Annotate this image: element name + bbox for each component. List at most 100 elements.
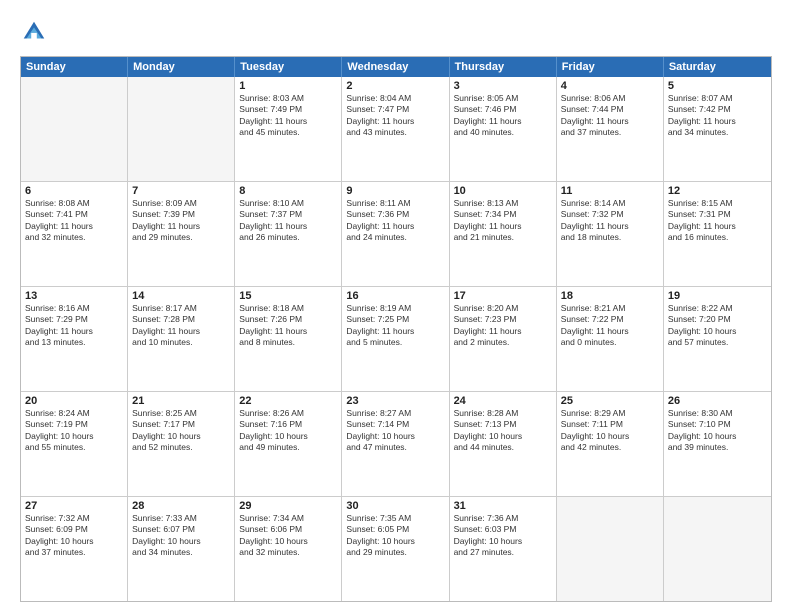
calendar-cell: 5Sunrise: 8:07 AM Sunset: 7:42 PM Daylig…	[664, 77, 771, 181]
calendar-row-3: 20Sunrise: 8:24 AM Sunset: 7:19 PM Dayli…	[21, 391, 771, 496]
page: SundayMondayTuesdayWednesdayThursdayFrid…	[0, 0, 792, 612]
cell-info: Sunrise: 8:21 AM Sunset: 7:22 PM Dayligh…	[561, 303, 659, 349]
calendar-cell: 9Sunrise: 8:11 AM Sunset: 7:36 PM Daylig…	[342, 182, 449, 286]
cell-info: Sunrise: 8:27 AM Sunset: 7:14 PM Dayligh…	[346, 408, 444, 454]
cell-info: Sunrise: 8:04 AM Sunset: 7:47 PM Dayligh…	[346, 93, 444, 139]
cell-info: Sunrise: 7:36 AM Sunset: 6:03 PM Dayligh…	[454, 513, 552, 559]
calendar-cell: 12Sunrise: 8:15 AM Sunset: 7:31 PM Dayli…	[664, 182, 771, 286]
day-number: 14	[132, 290, 230, 302]
calendar-cell: 15Sunrise: 8:18 AM Sunset: 7:26 PM Dayli…	[235, 287, 342, 391]
logo	[20, 18, 50, 46]
cell-info: Sunrise: 8:15 AM Sunset: 7:31 PM Dayligh…	[668, 198, 767, 244]
cell-info: Sunrise: 8:14 AM Sunset: 7:32 PM Dayligh…	[561, 198, 659, 244]
day-number: 25	[561, 395, 659, 407]
calendar-cell	[664, 497, 771, 601]
day-number: 13	[25, 290, 123, 302]
calendar-cell: 10Sunrise: 8:13 AM Sunset: 7:34 PM Dayli…	[450, 182, 557, 286]
cell-info: Sunrise: 7:32 AM Sunset: 6:09 PM Dayligh…	[25, 513, 123, 559]
day-number: 4	[561, 80, 659, 92]
day-number: 28	[132, 500, 230, 512]
calendar-cell: 30Sunrise: 7:35 AM Sunset: 6:05 PM Dayli…	[342, 497, 449, 601]
calendar-cell: 2Sunrise: 8:04 AM Sunset: 7:47 PM Daylig…	[342, 77, 449, 181]
logo-icon	[20, 18, 48, 46]
day-number: 6	[25, 185, 123, 197]
day-number: 5	[668, 80, 767, 92]
calendar-cell: 27Sunrise: 7:32 AM Sunset: 6:09 PM Dayli…	[21, 497, 128, 601]
day-number: 24	[454, 395, 552, 407]
day-number: 7	[132, 185, 230, 197]
weekday-header-monday: Monday	[128, 57, 235, 77]
calendar-cell: 29Sunrise: 7:34 AM Sunset: 6:06 PM Dayli…	[235, 497, 342, 601]
cell-info: Sunrise: 7:33 AM Sunset: 6:07 PM Dayligh…	[132, 513, 230, 559]
calendar-cell: 11Sunrise: 8:14 AM Sunset: 7:32 PM Dayli…	[557, 182, 664, 286]
day-number: 9	[346, 185, 444, 197]
cell-info: Sunrise: 8:17 AM Sunset: 7:28 PM Dayligh…	[132, 303, 230, 349]
calendar-cell: 4Sunrise: 8:06 AM Sunset: 7:44 PM Daylig…	[557, 77, 664, 181]
calendar-cell: 13Sunrise: 8:16 AM Sunset: 7:29 PM Dayli…	[21, 287, 128, 391]
cell-info: Sunrise: 8:07 AM Sunset: 7:42 PM Dayligh…	[668, 93, 767, 139]
calendar-cell: 16Sunrise: 8:19 AM Sunset: 7:25 PM Dayli…	[342, 287, 449, 391]
cell-info: Sunrise: 7:34 AM Sunset: 6:06 PM Dayligh…	[239, 513, 337, 559]
cell-info: Sunrise: 8:24 AM Sunset: 7:19 PM Dayligh…	[25, 408, 123, 454]
cell-info: Sunrise: 8:08 AM Sunset: 7:41 PM Dayligh…	[25, 198, 123, 244]
cell-info: Sunrise: 8:05 AM Sunset: 7:46 PM Dayligh…	[454, 93, 552, 139]
calendar-cell: 3Sunrise: 8:05 AM Sunset: 7:46 PM Daylig…	[450, 77, 557, 181]
calendar-cell: 18Sunrise: 8:21 AM Sunset: 7:22 PM Dayli…	[557, 287, 664, 391]
weekday-header-friday: Friday	[557, 57, 664, 77]
cell-info: Sunrise: 8:18 AM Sunset: 7:26 PM Dayligh…	[239, 303, 337, 349]
calendar-body: 1Sunrise: 8:03 AM Sunset: 7:49 PM Daylig…	[21, 77, 771, 601]
day-number: 30	[346, 500, 444, 512]
day-number: 27	[25, 500, 123, 512]
day-number: 18	[561, 290, 659, 302]
day-number: 12	[668, 185, 767, 197]
calendar: SundayMondayTuesdayWednesdayThursdayFrid…	[20, 56, 772, 602]
calendar-cell	[21, 77, 128, 181]
day-number: 8	[239, 185, 337, 197]
weekday-header-saturday: Saturday	[664, 57, 771, 77]
header	[20, 18, 772, 46]
calendar-cell: 8Sunrise: 8:10 AM Sunset: 7:37 PM Daylig…	[235, 182, 342, 286]
day-number: 16	[346, 290, 444, 302]
day-number: 23	[346, 395, 444, 407]
calendar-cell: 21Sunrise: 8:25 AM Sunset: 7:17 PM Dayli…	[128, 392, 235, 496]
calendar-cell: 19Sunrise: 8:22 AM Sunset: 7:20 PM Dayli…	[664, 287, 771, 391]
cell-info: Sunrise: 8:28 AM Sunset: 7:13 PM Dayligh…	[454, 408, 552, 454]
cell-info: Sunrise: 8:10 AM Sunset: 7:37 PM Dayligh…	[239, 198, 337, 244]
day-number: 19	[668, 290, 767, 302]
calendar-cell: 23Sunrise: 8:27 AM Sunset: 7:14 PM Dayli…	[342, 392, 449, 496]
cell-info: Sunrise: 8:16 AM Sunset: 7:29 PM Dayligh…	[25, 303, 123, 349]
day-number: 3	[454, 80, 552, 92]
calendar-cell: 28Sunrise: 7:33 AM Sunset: 6:07 PM Dayli…	[128, 497, 235, 601]
cell-info: Sunrise: 8:19 AM Sunset: 7:25 PM Dayligh…	[346, 303, 444, 349]
calendar-cell	[557, 497, 664, 601]
calendar-cell: 31Sunrise: 7:36 AM Sunset: 6:03 PM Dayli…	[450, 497, 557, 601]
calendar-cell: 6Sunrise: 8:08 AM Sunset: 7:41 PM Daylig…	[21, 182, 128, 286]
calendar-row-1: 6Sunrise: 8:08 AM Sunset: 7:41 PM Daylig…	[21, 181, 771, 286]
day-number: 29	[239, 500, 337, 512]
calendar-cell: 7Sunrise: 8:09 AM Sunset: 7:39 PM Daylig…	[128, 182, 235, 286]
calendar-cell: 25Sunrise: 8:29 AM Sunset: 7:11 PM Dayli…	[557, 392, 664, 496]
day-number: 11	[561, 185, 659, 197]
day-number: 31	[454, 500, 552, 512]
cell-info: Sunrise: 8:06 AM Sunset: 7:44 PM Dayligh…	[561, 93, 659, 139]
calendar-cell: 20Sunrise: 8:24 AM Sunset: 7:19 PM Dayli…	[21, 392, 128, 496]
calendar-row-0: 1Sunrise: 8:03 AM Sunset: 7:49 PM Daylig…	[21, 77, 771, 181]
weekday-header-tuesday: Tuesday	[235, 57, 342, 77]
cell-info: Sunrise: 8:25 AM Sunset: 7:17 PM Dayligh…	[132, 408, 230, 454]
day-number: 2	[346, 80, 444, 92]
day-number: 26	[668, 395, 767, 407]
day-number: 21	[132, 395, 230, 407]
calendar-cell: 14Sunrise: 8:17 AM Sunset: 7:28 PM Dayli…	[128, 287, 235, 391]
calendar-cell	[128, 77, 235, 181]
calendar-row-2: 13Sunrise: 8:16 AM Sunset: 7:29 PM Dayli…	[21, 286, 771, 391]
day-number: 10	[454, 185, 552, 197]
day-number: 1	[239, 80, 337, 92]
day-number: 17	[454, 290, 552, 302]
weekday-header-thursday: Thursday	[450, 57, 557, 77]
cell-info: Sunrise: 8:26 AM Sunset: 7:16 PM Dayligh…	[239, 408, 337, 454]
day-number: 22	[239, 395, 337, 407]
calendar-cell: 1Sunrise: 8:03 AM Sunset: 7:49 PM Daylig…	[235, 77, 342, 181]
cell-info: Sunrise: 8:30 AM Sunset: 7:10 PM Dayligh…	[668, 408, 767, 454]
cell-info: Sunrise: 8:13 AM Sunset: 7:34 PM Dayligh…	[454, 198, 552, 244]
calendar-cell: 17Sunrise: 8:20 AM Sunset: 7:23 PM Dayli…	[450, 287, 557, 391]
